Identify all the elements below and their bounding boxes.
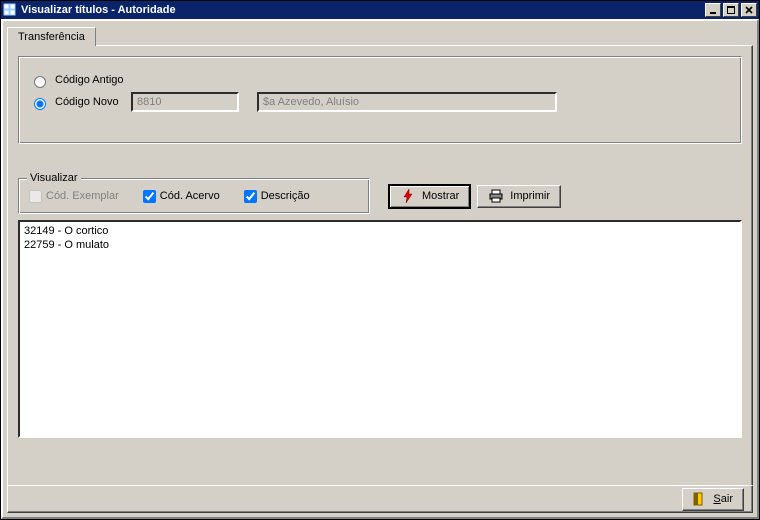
mostrar-label: Mostrar [422,190,459,202]
maximize-button[interactable] [723,3,739,17]
window-buttons [703,3,757,17]
visualizar-legend: Visualizar [27,172,81,184]
close-button[interactable] [741,3,757,17]
chk-descricao[interactable] [244,190,257,203]
radio-codigo-antigo-label: Código Antigo [55,74,124,86]
mostrar-button[interactable]: Mostrar [388,184,471,209]
window-title: Visualizar títulos - Autoridade [21,4,703,16]
lightning-icon [400,188,416,204]
app-icon [3,3,17,17]
radio-codigo-antigo[interactable] [34,76,46,88]
imprimir-label: Imprimir [510,190,550,202]
codigo-field[interactable]: 8810 [131,92,239,112]
sair-button[interactable]: Sair [682,488,744,511]
list-item[interactable]: 32149 - O cortico [24,224,736,238]
tab-transferencia[interactable]: Transferência [7,27,96,46]
chk-descricao-label: Descrição [261,190,310,202]
chk-cod-acervo-label: Cód. Acervo [160,190,220,202]
chk-cod-exemplar[interactable] [29,190,42,203]
chk-cod-exemplar-label: Cód. Exemplar [46,190,119,202]
radio-codigo-novo-label: Código Novo [55,96,125,108]
client-area: Transferência Código Antigo Código Novo … [1,19,759,519]
minimize-button[interactable] [705,3,721,17]
imprimir-button[interactable]: Imprimir [477,185,561,208]
radio-codigo-novo[interactable] [34,98,46,110]
tab-bar: Transferência [7,25,753,45]
app-window: Visualizar títulos - Autoridade Transfer… [0,0,760,520]
nome-field[interactable]: $a Azevedo, Aluísio [257,92,557,112]
printer-icon [488,188,504,204]
visualizar-group: Visualizar Cód. Exemplar Cód. Acervo Des… [18,178,370,214]
bottom-bar: Sair [7,485,753,513]
results-listbox[interactable]: 32149 - O cortico 22759 - O mulato [18,220,742,438]
codigo-group: Código Antigo Código Novo 8810 $a Azeved… [18,56,742,144]
list-item[interactable]: 22759 - O mulato [24,238,736,252]
exit-icon [693,491,707,507]
tab-panel: Código Antigo Código Novo 8810 $a Azeved… [7,45,753,487]
chk-cod-acervo[interactable] [143,190,156,203]
sair-label: Sair [713,493,733,505]
titlebar: Visualizar títulos - Autoridade [1,1,759,19]
